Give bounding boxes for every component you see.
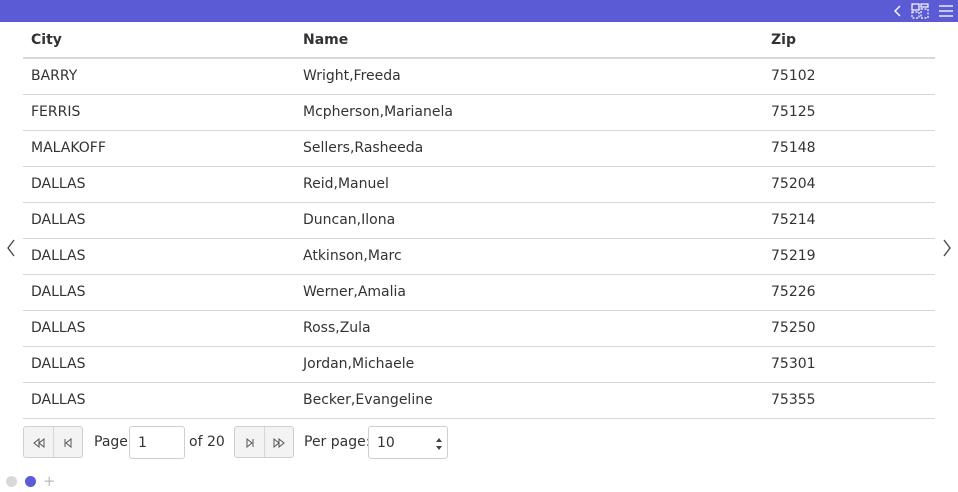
column-header-city[interactable]: City: [23, 22, 295, 59]
page-dot-1[interactable]: [6, 476, 17, 487]
cell-zip: 75125: [763, 94, 935, 131]
table-row[interactable]: DALLAS Werner,Amalia 75226: [23, 274, 935, 311]
step-back-icon: [63, 433, 73, 452]
chevron-left-icon[interactable]: [889, 2, 907, 20]
cell-city: DALLAS: [23, 166, 295, 203]
cell-name: Becker,Evangeline: [295, 382, 763, 419]
table-row[interactable]: DALLAS Jordan,Michaele 75301: [23, 346, 935, 383]
first-page-button[interactable]: [24, 427, 53, 457]
double-chevron-right-icon: [272, 433, 286, 452]
cell-city: DALLAS: [23, 310, 295, 347]
cell-zip: 75250: [763, 310, 935, 347]
cell-zip: 75204: [763, 166, 935, 203]
add-page-icon[interactable]: +: [43, 473, 56, 489]
page-dot-2-active[interactable]: [25, 476, 36, 487]
previous-page-button[interactable]: [53, 427, 82, 457]
last-page-button[interactable]: [264, 427, 293, 457]
cell-name: Duncan,Ilona: [295, 202, 763, 239]
double-chevron-left-icon: [32, 433, 46, 452]
select-spinner-icon: [435, 436, 443, 450]
table-row[interactable]: DALLAS Becker,Evangeline 75355: [23, 382, 935, 419]
page-number-input[interactable]: [129, 426, 185, 459]
previous-slide-icon[interactable]: [4, 237, 18, 259]
data-table: City Name Zip BARRY Wright,Freeda 75102 …: [23, 22, 935, 419]
page-label: Page: [94, 434, 128, 450]
cell-zip: 75355: [763, 382, 935, 419]
cell-city: FERRIS: [23, 94, 295, 131]
next-last-button-group: [234, 426, 294, 458]
table-row[interactable]: FERRIS Mcpherson,Marianela 75125: [23, 94, 935, 131]
cell-city: DALLAS: [23, 238, 295, 275]
total-pages-label: of 20: [189, 434, 225, 450]
cell-name: Jordan,Michaele: [295, 346, 763, 383]
table-row[interactable]: DALLAS Ross,Zula 75250: [23, 310, 935, 347]
cell-zip: 75214: [763, 202, 935, 239]
cell-zip: 75219: [763, 238, 935, 275]
cell-name: Atkinson,Marc: [295, 238, 763, 275]
cell-city: DALLAS: [23, 346, 295, 383]
column-header-zip[interactable]: Zip: [763, 22, 935, 59]
table-row[interactable]: BARRY Wright,Freeda 75102: [23, 58, 935, 95]
pagination-bar: Page of 20 Per page: 10: [23, 426, 463, 459]
cell-city: DALLAS: [23, 274, 295, 311]
cell-name: Reid,Manuel: [295, 166, 763, 203]
cell-zip: 75148: [763, 130, 935, 167]
top-bar: [0, 0, 958, 22]
hamburger-menu-icon[interactable]: [937, 2, 955, 20]
next-page-button[interactable]: [235, 427, 264, 457]
cell-name: Mcpherson,Marianela: [295, 94, 763, 131]
cell-city: DALLAS: [23, 382, 295, 419]
table-row[interactable]: DALLAS Reid,Manuel 75204: [23, 166, 935, 203]
cell-name: Wright,Freeda: [295, 58, 763, 95]
cell-zip: 75226: [763, 274, 935, 311]
layout-icon[interactable]: [911, 2, 929, 20]
next-slide-icon[interactable]: [940, 237, 954, 259]
table-row[interactable]: MALAKOFF Sellers,Rasheeda 75148: [23, 130, 935, 167]
column-header-name[interactable]: Name: [295, 22, 763, 59]
per-page-value: 10: [377, 435, 395, 451]
page-indicator: +: [6, 473, 66, 489]
cell-city: MALAKOFF: [23, 130, 295, 167]
cell-zip: 75102: [763, 58, 935, 95]
cell-city: BARRY: [23, 58, 295, 95]
step-forward-icon: [245, 433, 255, 452]
cell-zip: 75301: [763, 346, 935, 383]
per-page-label: Per page:: [304, 434, 371, 450]
table-header-row: City Name Zip: [23, 22, 935, 59]
cell-name: Sellers,Rasheeda: [295, 130, 763, 167]
first-prev-button-group: [23, 426, 83, 458]
cell-name: Ross,Zula: [295, 310, 763, 347]
per-page-select[interactable]: 10: [368, 426, 448, 459]
table-row[interactable]: DALLAS Atkinson,Marc 75219: [23, 238, 935, 275]
cell-name: Werner,Amalia: [295, 274, 763, 311]
cell-city: DALLAS: [23, 202, 295, 239]
table-row[interactable]: DALLAS Duncan,Ilona 75214: [23, 202, 935, 239]
